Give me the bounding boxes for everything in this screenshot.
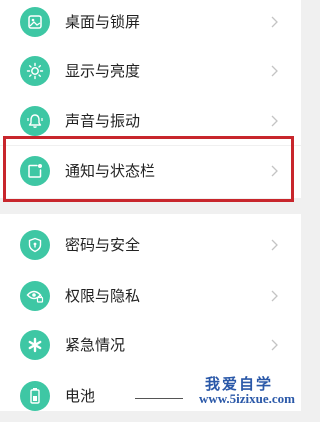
watermark-url: www.5izixue.com xyxy=(198,391,295,406)
settings-item-label: 密码与安全 xyxy=(65,236,141,254)
settings-item-emergency[interactable]: 紧急情况 xyxy=(0,320,301,370)
asterisk-icon xyxy=(20,330,50,360)
settings-item-label: 通知与状态栏 xyxy=(65,162,156,180)
chevron-right-icon xyxy=(271,115,278,127)
chevron-right-icon xyxy=(271,65,278,77)
chevron-right-icon xyxy=(271,16,278,28)
settings-item-label: 电池 xyxy=(65,387,96,405)
eye-lock-icon xyxy=(20,281,50,311)
settings-group-notification: 通知与状态栏 xyxy=(0,146,301,198)
battery-icon xyxy=(20,381,50,411)
settings-group-display: 桌面与锁屏 显示与亮度 声音与振动 xyxy=(0,0,301,145)
chevron-right-icon xyxy=(271,339,278,351)
bell-icon xyxy=(20,106,50,136)
settings-item-sound-vibration[interactable]: 声音与振动 xyxy=(0,96,301,146)
settings-item-label: 紧急情况 xyxy=(65,336,126,354)
chevron-right-icon xyxy=(271,165,278,177)
watermark: 我爱自学 www.5izixue.com xyxy=(135,373,295,407)
settings-item-label: 权限与隐私 xyxy=(65,287,141,305)
settings-item-display-brightness[interactable]: 显示与亮度 xyxy=(0,48,301,98)
watermark-divider xyxy=(135,398,183,399)
settings-item-notification-statusbar[interactable]: 通知与状态栏 xyxy=(0,146,301,196)
settings-item-label: 桌面与锁屏 xyxy=(65,13,141,31)
notification-icon xyxy=(20,156,50,186)
settings-item-label: 显示与亮度 xyxy=(65,62,141,80)
chevron-right-icon xyxy=(271,290,278,302)
settings-item-password-security[interactable]: 密码与安全 xyxy=(0,214,301,264)
settings-item-label: 声音与振动 xyxy=(65,112,141,130)
settings-item-permissions-privacy[interactable]: 权限与隐私 xyxy=(0,270,301,320)
shield-icon xyxy=(20,230,50,260)
chevron-right-icon xyxy=(271,239,278,251)
sun-icon xyxy=(20,56,50,86)
settings-item-desktop-lockscreen[interactable]: 桌面与锁屏 xyxy=(0,0,301,50)
image-icon xyxy=(20,7,50,37)
